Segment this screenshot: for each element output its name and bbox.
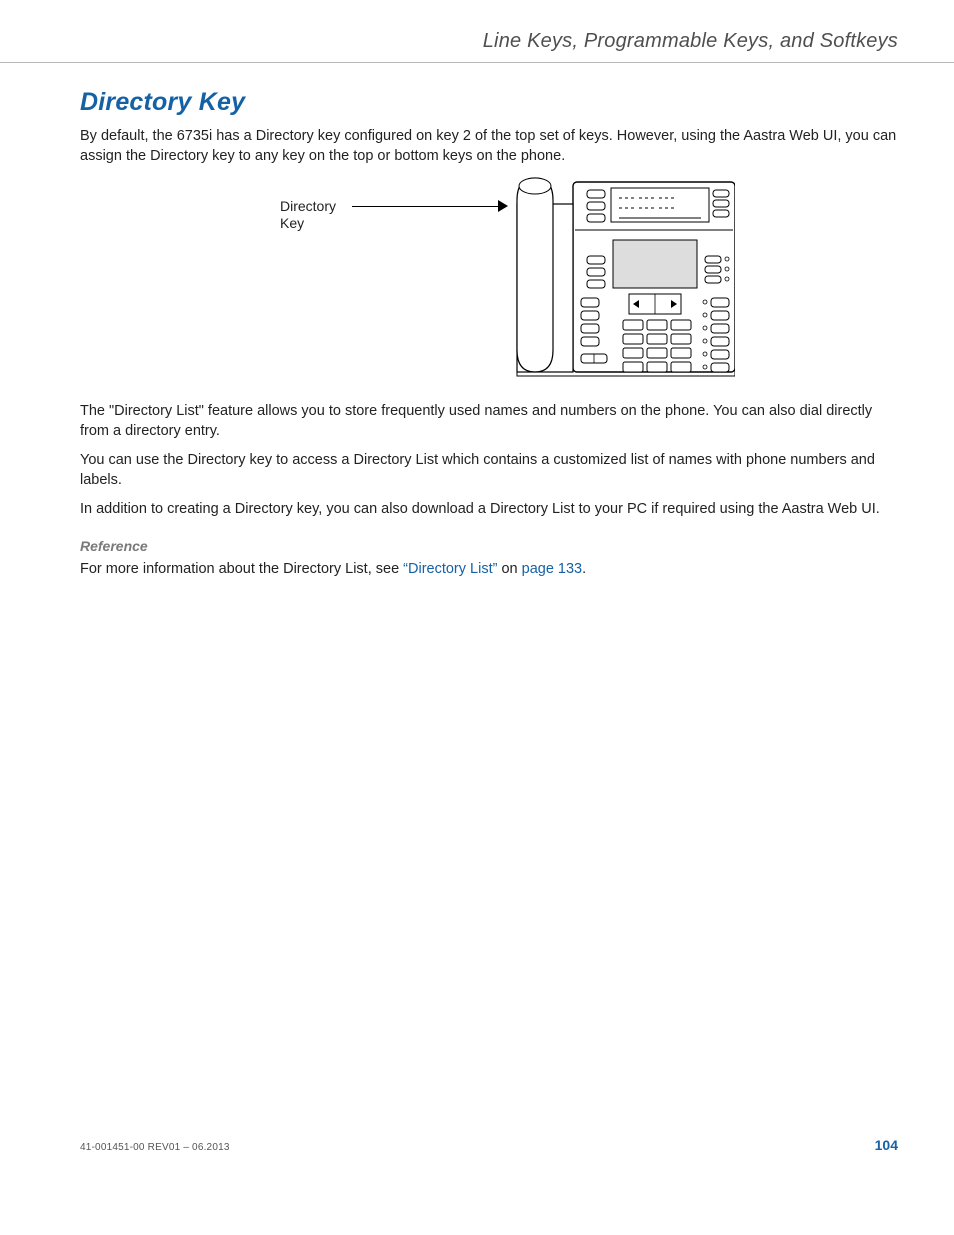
callout-line1: Directory: [280, 198, 336, 214]
content-region: Directory Key By default, the 6735i has …: [80, 88, 898, 590]
reference-suffix: .: [582, 561, 586, 577]
footer-doc-id: 41-001451-00 REV01 – 06.2013: [80, 1142, 230, 1153]
paragraph-2: The "Directory List" feature allows you …: [80, 402, 898, 441]
reference-link-directory-list[interactable]: “Directory List”: [403, 561, 497, 577]
paragraph-4: In addition to creating a Directory key,…: [80, 500, 898, 520]
phone-diagram-icon: [435, 176, 735, 382]
figure-callout-label: Directory Key: [280, 198, 336, 232]
phone-figure: Directory Key: [80, 176, 898, 388]
paragraph-3: You can use the Directory key to access …: [80, 451, 898, 490]
section-title: Directory Key: [80, 88, 898, 117]
page-footer: 41-001451-00 REV01 – 06.2013 104: [80, 1137, 898, 1153]
callout-line2: Key: [280, 215, 304, 231]
reference-prefix: For more information about the Directory…: [80, 561, 403, 577]
header-rule: [0, 62, 954, 63]
intro-paragraph: By default, the 6735i has a Directory ke…: [80, 127, 898, 166]
footer-page-number: 104: [875, 1137, 898, 1153]
reference-link-page[interactable]: page 133: [522, 561, 582, 577]
reference-paragraph: For more information about the Directory…: [80, 560, 898, 580]
reference-on: on: [497, 561, 521, 577]
document-page: Line Keys, Programmable Keys, and Softke…: [0, 0, 954, 1235]
reference-heading: Reference: [80, 538, 898, 554]
header-running-title: Line Keys, Programmable Keys, and Softke…: [80, 30, 898, 53]
